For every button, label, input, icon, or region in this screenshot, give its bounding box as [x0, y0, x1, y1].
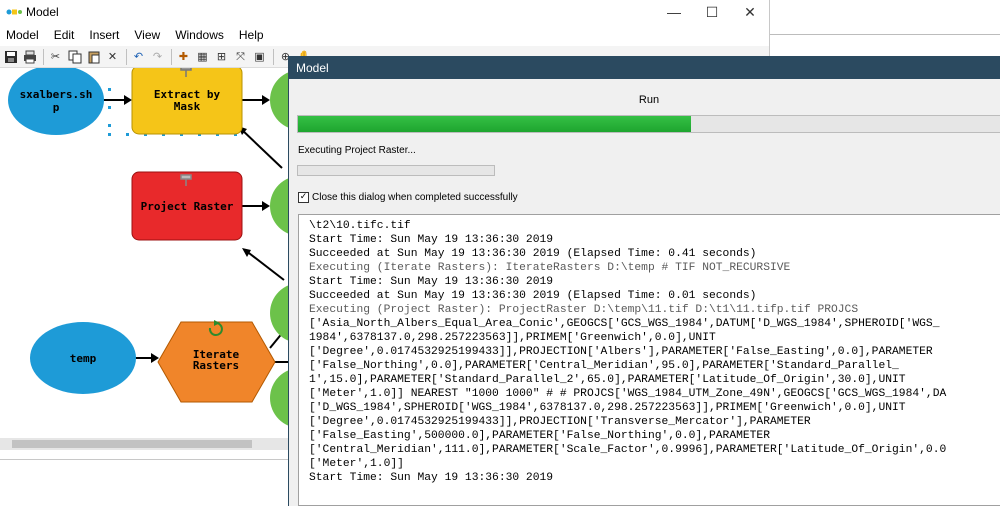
grid-icon[interactable]: ▣ — [251, 48, 268, 65]
overall-progress-fill — [298, 116, 692, 132]
input-node-sxalbers[interactable]: sxalbers.sh p — [8, 65, 104, 135]
fixed-zoom-icon[interactable]: ⤧ — [232, 48, 249, 65]
diagram-horizontal-scrollbar[interactable] — [0, 438, 290, 450]
watermark: jingyan.baidu.com — [882, 482, 971, 494]
dialog-titlebar: Model — [289, 56, 1000, 79]
log-line: Succeeded at Sun May 19 13:36:30 2019 (E… — [309, 290, 757, 302]
log-line: ['D_WGS_1984',SPHEROID['WGS_1984',637813… — [309, 402, 906, 414]
toolbar-separator — [273, 48, 274, 65]
maximize-button[interactable]: ☐ — [693, 0, 731, 24]
copy-icon[interactable] — [66, 48, 83, 65]
model-window-controls: — ☐ ✕ — [655, 0, 769, 24]
log-line: ['False_Easting',500000.0],PARAMETER['Fa… — [309, 430, 770, 442]
menu-edit[interactable]: Edit — [54, 28, 75, 42]
toolbar-separator — [43, 48, 44, 65]
model-progress-dialog: Model Run Executing Project Raster... ✓ … — [288, 56, 1000, 506]
project-raster-label: Project Raster — [141, 200, 234, 213]
toolbar-separator — [171, 48, 172, 65]
log-line: ['False_Northing',0.0],PARAMETER['Centra… — [309, 360, 899, 372]
cut-icon[interactable]: ✂ — [47, 48, 64, 65]
log-line: ['Central_Meridian',111.0],PARAMETER['Sc… — [309, 444, 947, 456]
temp-label: temp — [70, 352, 97, 365]
status-text: Executing Project Raster... — [298, 145, 416, 156]
dialog-title: Model — [296, 60, 329, 75]
log-line: 1984',6378137.0,298.257223563]],PRIMEM['… — [309, 332, 716, 344]
tool-progress-bar — [297, 165, 495, 176]
sxalbers-label-line2: p — [53, 101, 60, 114]
log-line: ['Degree',0.0174532925199433]],PROJECTIO… — [309, 416, 811, 428]
save-icon[interactable] — [2, 48, 19, 65]
model-menubar: Model Edit Insert View Windows Help — [0, 24, 769, 46]
log-line: Succeeded at Sun May 19 13:36:30 2019 (E… — [309, 248, 757, 260]
model-window-titlebar: Model — [0, 0, 769, 24]
log-line: Executing (Project Raster): ProjectRaste… — [309, 304, 859, 316]
menu-insert[interactable]: Insert — [89, 28, 119, 42]
menu-windows[interactable]: Windows — [175, 28, 224, 42]
menu-view[interactable]: View — [134, 28, 160, 42]
close-button[interactable]: ✕ — [731, 0, 769, 24]
tool-node-extract-by-mask[interactable]: Extract by Mask — [131, 65, 243, 135]
toolbar-separator — [126, 48, 127, 65]
log-line: Executing (Iterate Rasters): IterateRast… — [309, 262, 791, 274]
input-node-temp[interactable]: temp — [30, 322, 136, 394]
divider — [770, 34, 1000, 35]
log-line: Start Time: Sun May 19 13:36:30 2019 — [309, 234, 554, 246]
checkbox-box[interactable]: ✓ — [298, 192, 309, 203]
log-line: ['Degree',0.0174532925199433]],PROJECTIO… — [309, 346, 933, 358]
log-line: Start Time: Sun May 19 13:36:30 2019 — [309, 276, 554, 288]
extract-label-line2: Mask — [174, 100, 201, 113]
menu-model[interactable]: Model — [6, 28, 39, 42]
delete-icon[interactable]: ✕ — [104, 48, 121, 65]
redo-icon[interactable]: ↷ — [149, 48, 166, 65]
iterator-node-iterate-rasters[interactable]: Iterate Rasters — [157, 320, 276, 403]
sxalbers-label-line1: sxalbers.sh — [20, 88, 93, 101]
print-icon[interactable] — [21, 48, 38, 65]
paste-icon[interactable] — [85, 48, 102, 65]
log-line: 1',15.0],PARAMETER['Standard_Parallel_2'… — [309, 374, 906, 386]
log-line: ['Meter',1.0]] NEAREST "1000 1000" # # P… — [309, 388, 947, 400]
background-window-strip — [770, 0, 1000, 60]
model-app-icon — [6, 9, 22, 15]
run-heading: Run — [638, 94, 660, 106]
menu-help[interactable]: Help — [239, 28, 264, 42]
undo-icon[interactable]: ↶ — [130, 48, 147, 65]
tool-node-project-raster[interactable]: Project Raster — [131, 171, 243, 241]
minimize-button[interactable]: — — [655, 0, 693, 24]
close-when-complete-checkbox[interactable]: ✓ Close this dialog when completed succe… — [298, 192, 518, 203]
log-line: ['Meter',1.0]] — [309, 458, 404, 470]
add-data-icon[interactable]: ✚ — [175, 48, 192, 65]
auto-layout-icon[interactable]: ▦ — [194, 48, 211, 65]
log-line: ['Asia_North_Albers_Equal_Area_Conic',GE… — [309, 318, 940, 330]
checkbox-label: Close this dialog when completed success… — [312, 192, 518, 203]
scrollbar-thumb[interactable] — [12, 440, 252, 448]
overall-progress-bar — [297, 115, 1000, 133]
messages-log[interactable]: \t2\10.tifc.tif Start Time: Sun May 19 13… — [298, 214, 1000, 506]
model-window-title: Model — [26, 5, 59, 19]
iterate-label-line2: Rasters — [193, 359, 239, 372]
full-extent-icon[interactable]: ⊞ — [213, 48, 230, 65]
log-line: \t2\10.tifc.tif — [309, 220, 411, 232]
